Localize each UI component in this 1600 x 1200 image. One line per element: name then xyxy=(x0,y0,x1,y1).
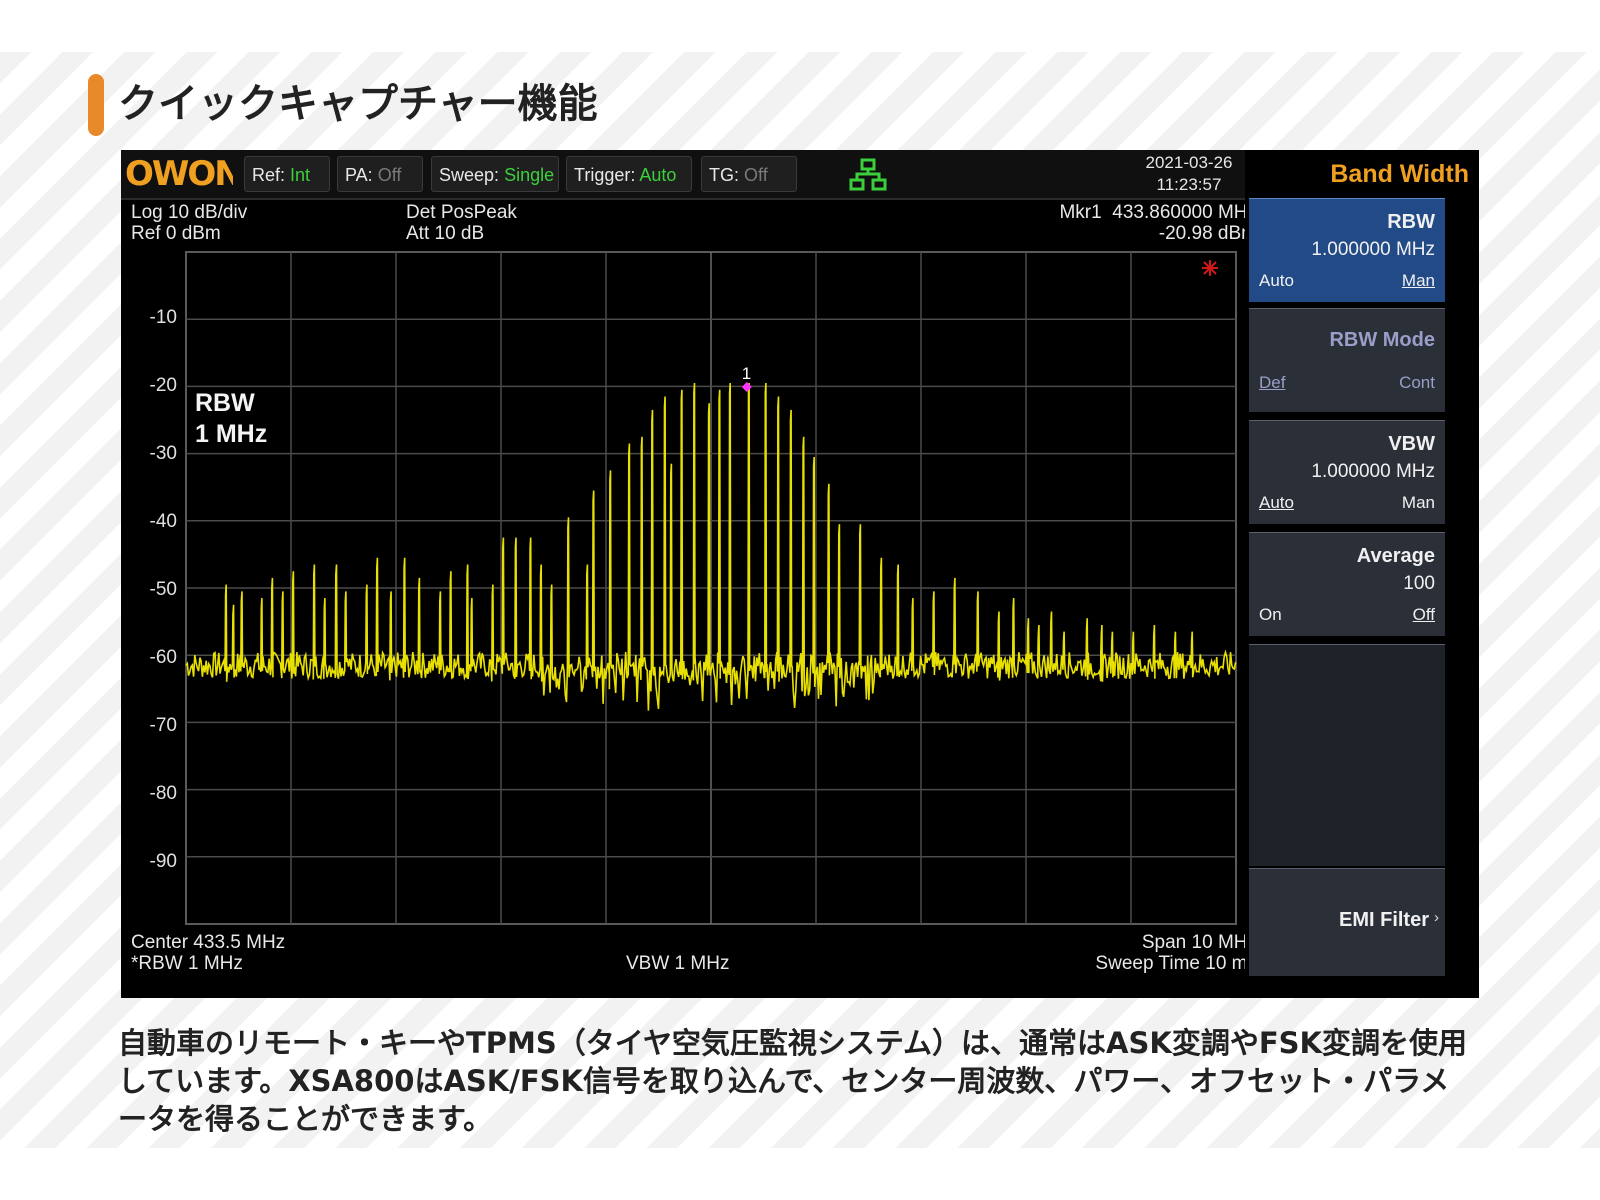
ref-status[interactable]: Ref: Int xyxy=(244,156,330,192)
vbw-softkey[interactable]: VBW 1.000000 MHz Auto Man xyxy=(1249,420,1445,524)
network-lan-icon xyxy=(849,158,887,191)
tg-label: TG: xyxy=(709,165,739,185)
rbw-annotation: RBW 1 MHz xyxy=(195,388,267,450)
chevron-right-icon: › xyxy=(1434,909,1439,926)
logo-text: OWON xyxy=(125,154,233,192)
title-accent-bar xyxy=(88,74,104,136)
marker: 1 xyxy=(741,364,752,392)
status-bar: OWON Ref: Int PA: Off Sweep: Single Trig… xyxy=(121,150,1269,200)
rbw-softkey-title: RBW xyxy=(1387,211,1435,233)
marker-number-label: 1 xyxy=(742,364,751,383)
menu-title: Band Width xyxy=(1330,160,1469,188)
average-off-option[interactable]: Off xyxy=(1413,605,1435,625)
rbw-auto-option[interactable]: Auto xyxy=(1259,271,1294,291)
rbw-mode-title: RBW Mode xyxy=(1329,329,1435,351)
rbw-man-option[interactable]: Man xyxy=(1402,271,1435,291)
owon-logo-mark: OWON xyxy=(125,154,243,194)
rbw-mode-softkey[interactable]: RBW Mode Def Cont xyxy=(1249,308,1445,412)
rbw-softkey-value: 1.000000 MHz xyxy=(1311,239,1435,260)
bottom-right-readout: Span 10 MHz Sweep Time 10 ms xyxy=(1095,932,1257,974)
rbw-mode-def-option[interactable]: Def xyxy=(1259,373,1285,393)
ref-label: Ref: xyxy=(252,165,286,185)
marker-diamond[interactable] xyxy=(741,381,752,392)
ref-value: Int xyxy=(290,165,311,185)
bottom-left-readout: Center 433.5 MHz *RBW 1 MHz xyxy=(131,932,285,974)
rbw-mode-cont-option[interactable]: Cont xyxy=(1399,373,1435,393)
owon-logo: OWON xyxy=(125,152,243,196)
trigger-status[interactable]: Trigger: Auto xyxy=(566,156,692,192)
spectrum-analyzer-screen: OWON Ref: Int PA: Off Sweep: Single Trig… xyxy=(121,150,1479,998)
average-softkey-value: 100 xyxy=(1403,573,1435,594)
vbw-man-option[interactable]: Man xyxy=(1402,493,1435,513)
pa-value: Off xyxy=(377,165,402,185)
softkey-menu: Band Width RBW 1.000000 MHz Auto Man RBW… xyxy=(1245,150,1479,998)
vbw-softkey-value: 1.000000 MHz xyxy=(1311,461,1435,482)
trigger-label: Trigger: xyxy=(574,165,636,185)
average-softkey-title: Average xyxy=(1356,545,1435,567)
tg-value: Off xyxy=(744,165,768,185)
emi-filter-softkey[interactable]: EMI Filter › xyxy=(1249,868,1445,976)
vbw-softkey-title: VBW xyxy=(1388,433,1435,455)
sweep-status[interactable]: Sweep: Single xyxy=(431,156,559,192)
trigger-value: Auto xyxy=(639,165,677,185)
sweep-time-readout: Sweep Time 10 ms xyxy=(1095,953,1257,974)
slide-caption: 自動車のリモート・キーやTPMS（タイヤ空気圧監視システム）は、通常はASK変調… xyxy=(118,1026,1468,1136)
rbw-annotation-value: 1 MHz xyxy=(195,420,268,448)
spectrum-plot: 1 xyxy=(185,251,1237,925)
tg-status[interactable]: TG: Off xyxy=(701,156,797,192)
rbw-annotation-title: RBW xyxy=(195,389,255,417)
grid xyxy=(186,252,1236,924)
rbw-softkey[interactable]: RBW 1.000000 MHz Auto Man xyxy=(1249,198,1445,302)
pa-label: PA: xyxy=(345,165,373,185)
average-softkey[interactable]: Average 100 On Off xyxy=(1249,532,1445,636)
measurement-area: Log 10 dB/div Ref 0 dBm Det PosPeak Att … xyxy=(121,200,1269,998)
center-frequency: Center 433.5 MHz xyxy=(131,932,286,953)
emi-filter-title: EMI Filter xyxy=(1338,909,1429,931)
average-on-option[interactable]: On xyxy=(1259,605,1282,625)
sweep-label: Sweep: xyxy=(439,165,500,185)
vbw-auto-option[interactable]: Auto xyxy=(1259,493,1294,513)
pa-status[interactable]: PA: Off xyxy=(337,156,423,192)
empty-softkey-area xyxy=(1249,644,1445,866)
rbw-readout: *RBW 1 MHz xyxy=(131,953,243,974)
page-title: クイックキャプチャー機能 xyxy=(118,81,598,127)
vbw-readout: VBW 1 MHz xyxy=(626,953,730,974)
span-readout: Span 10 MHz xyxy=(1141,932,1257,953)
red-asterisk-icon xyxy=(1202,260,1218,276)
sweep-value: Single xyxy=(504,165,555,185)
